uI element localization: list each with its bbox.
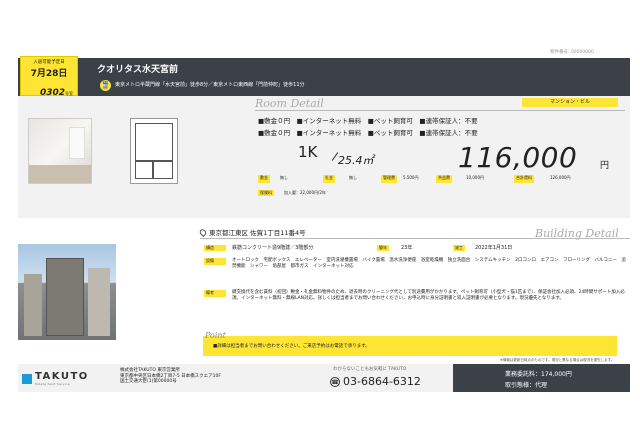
footer-disclaimer: ※情報は更新日時点のものです。現況と異なる場合は現況を優先します。 <box>500 358 615 362</box>
logo-mark-icon <box>22 373 32 384</box>
point-title: Point <box>205 331 226 340</box>
property-number: 物件番号: 00000000 <box>550 50 594 55</box>
point-box: Point ■詳細は担当者までお問い合わせください。ご来店予約はお電話で承ります… <box>203 331 617 356</box>
company-info: 株式会社TAKUTO 東京営業所 東京都中央区日本橋2丁目7-5 日本橋スクエア… <box>120 368 221 385</box>
license-number: 国土交通大臣(1)第00000号 <box>120 379 177 385</box>
equipment-label: 設備 <box>204 258 226 265</box>
floor-area: 25.4㎡ <box>338 154 374 167</box>
fee-item: 礼金 無し <box>323 175 381 183</box>
phone-lead: わからないこともお気軽に TAKUTO <box>333 367 407 372</box>
built-label: 築年 <box>377 244 389 251</box>
completed-label: 竣工 <box>453 244 465 251</box>
property-type-badge: マンション・ビル <box>522 98 618 107</box>
move-in-date-box: 入居可能予定日 7月28日 0302号室 <box>20 56 78 98</box>
fee-item: 管理費 5,500円 <box>381 175 436 183</box>
location-pin-icon <box>198 227 208 238</box>
equipment-value: オートロック 宅配ボックス エレベーター 室内洗濯機置場 バイク置場 温水洗浄便… <box>232 258 626 269</box>
building-photo <box>18 244 116 340</box>
equipment-row: 設備 オートロック 宅配ボックス エレベーター 室内洗濯機置場 バイク置場 温水… <box>204 258 627 269</box>
completed-value: 2022年1月31日 <box>475 245 513 251</box>
notes-value: 鍵交換代を含む賃料（初回）敷金・礼金無料物件のため、退去時のクリーニング代として… <box>232 290 625 301</box>
built-value: 23年 <box>401 245 413 251</box>
logo-text: TAKUTO <box>35 371 89 382</box>
fee-item: 共益費 10,000円 <box>436 175 514 183</box>
logo-subtext: Estate Rent Service <box>35 382 71 386</box>
access-text: 東京メトロ半蔵門線「水天宮前」徒歩8分／東京メトロ東西線「門前仲町」徒歩11分 <box>115 82 305 88</box>
features-line-2: ■敷金０円 ■インターネット無料 ■ペット飼育可 ■連帯保証人：不要 <box>258 129 478 137</box>
layout-type: 1K <box>298 143 318 161</box>
rent-price: 116,000 <box>458 141 578 174</box>
insurance-value: 加入要：22,000円/2年 <box>284 190 326 195</box>
commission-row: 業務委託料：174,000円 <box>505 371 572 378</box>
structure-row: 構造 鉄筋コンクリート造9階建／3階部分 築年 23年 竣工 2022年1月31… <box>204 244 512 251</box>
train-icon: 🚆 <box>100 80 111 91</box>
fee-item: 敷金 無し <box>258 175 323 183</box>
room-detail-rule <box>255 110 625 111</box>
property-title: クオリタス水天宮前 <box>97 65 179 75</box>
rent-price-unit: 円 <box>600 161 610 171</box>
move-in-date: 7月28日 <box>30 69 68 79</box>
features-line-1: ■敷金０円 ■インターネット無料 ■ペット飼育可 ■連帯保証人：不要 <box>258 117 478 125</box>
structure-value: 鉄筋コンクリート造9階建／3階部分 <box>232 245 314 251</box>
phone-number-link[interactable]: ☎ 03-6864-6312 <box>330 375 421 388</box>
notes-label: 備考 <box>204 290 226 297</box>
company-logo: TAKUTO Estate Rent Service <box>22 371 89 386</box>
deal-type-row: 取引態様：代理 <box>505 382 548 389</box>
floor-plan <box>130 118 178 184</box>
move-in-label: 入居可能予定日 <box>33 60 65 65</box>
room-photo <box>28 118 92 184</box>
insurance-label: 保険料 <box>258 190 274 196</box>
building-detail-rule <box>200 238 630 239</box>
room-detail-title: Room Detail <box>255 97 324 110</box>
footer-fee-box: 業務委託料：174,000円 取引態様：代理 <box>453 364 630 392</box>
point-text: ■詳細は担当者までお問い合わせください。ご来店予約はお電話で承ります。 <box>213 344 370 349</box>
structure-label: 構造 <box>204 244 226 251</box>
fee-row: 敷金 無し 礼金 無し 管理費 5,500円 共益費 10,000円 合計賃料 126,0… <box>258 175 590 183</box>
fee-item: 合計賃料 126,000円 <box>514 175 590 183</box>
insurance-row: 保険料 加入要：22,000円/2年 <box>258 190 326 196</box>
phone-icon: ☎ <box>330 376 340 387</box>
building-address: 東京都江東区 佐賀1丁目11番4号 <box>198 227 306 238</box>
notes-row: 備考 鍵交換代を含む賃料（初回）敷金・礼金無料物件のため、退去時のクリーニング代… <box>204 290 627 301</box>
